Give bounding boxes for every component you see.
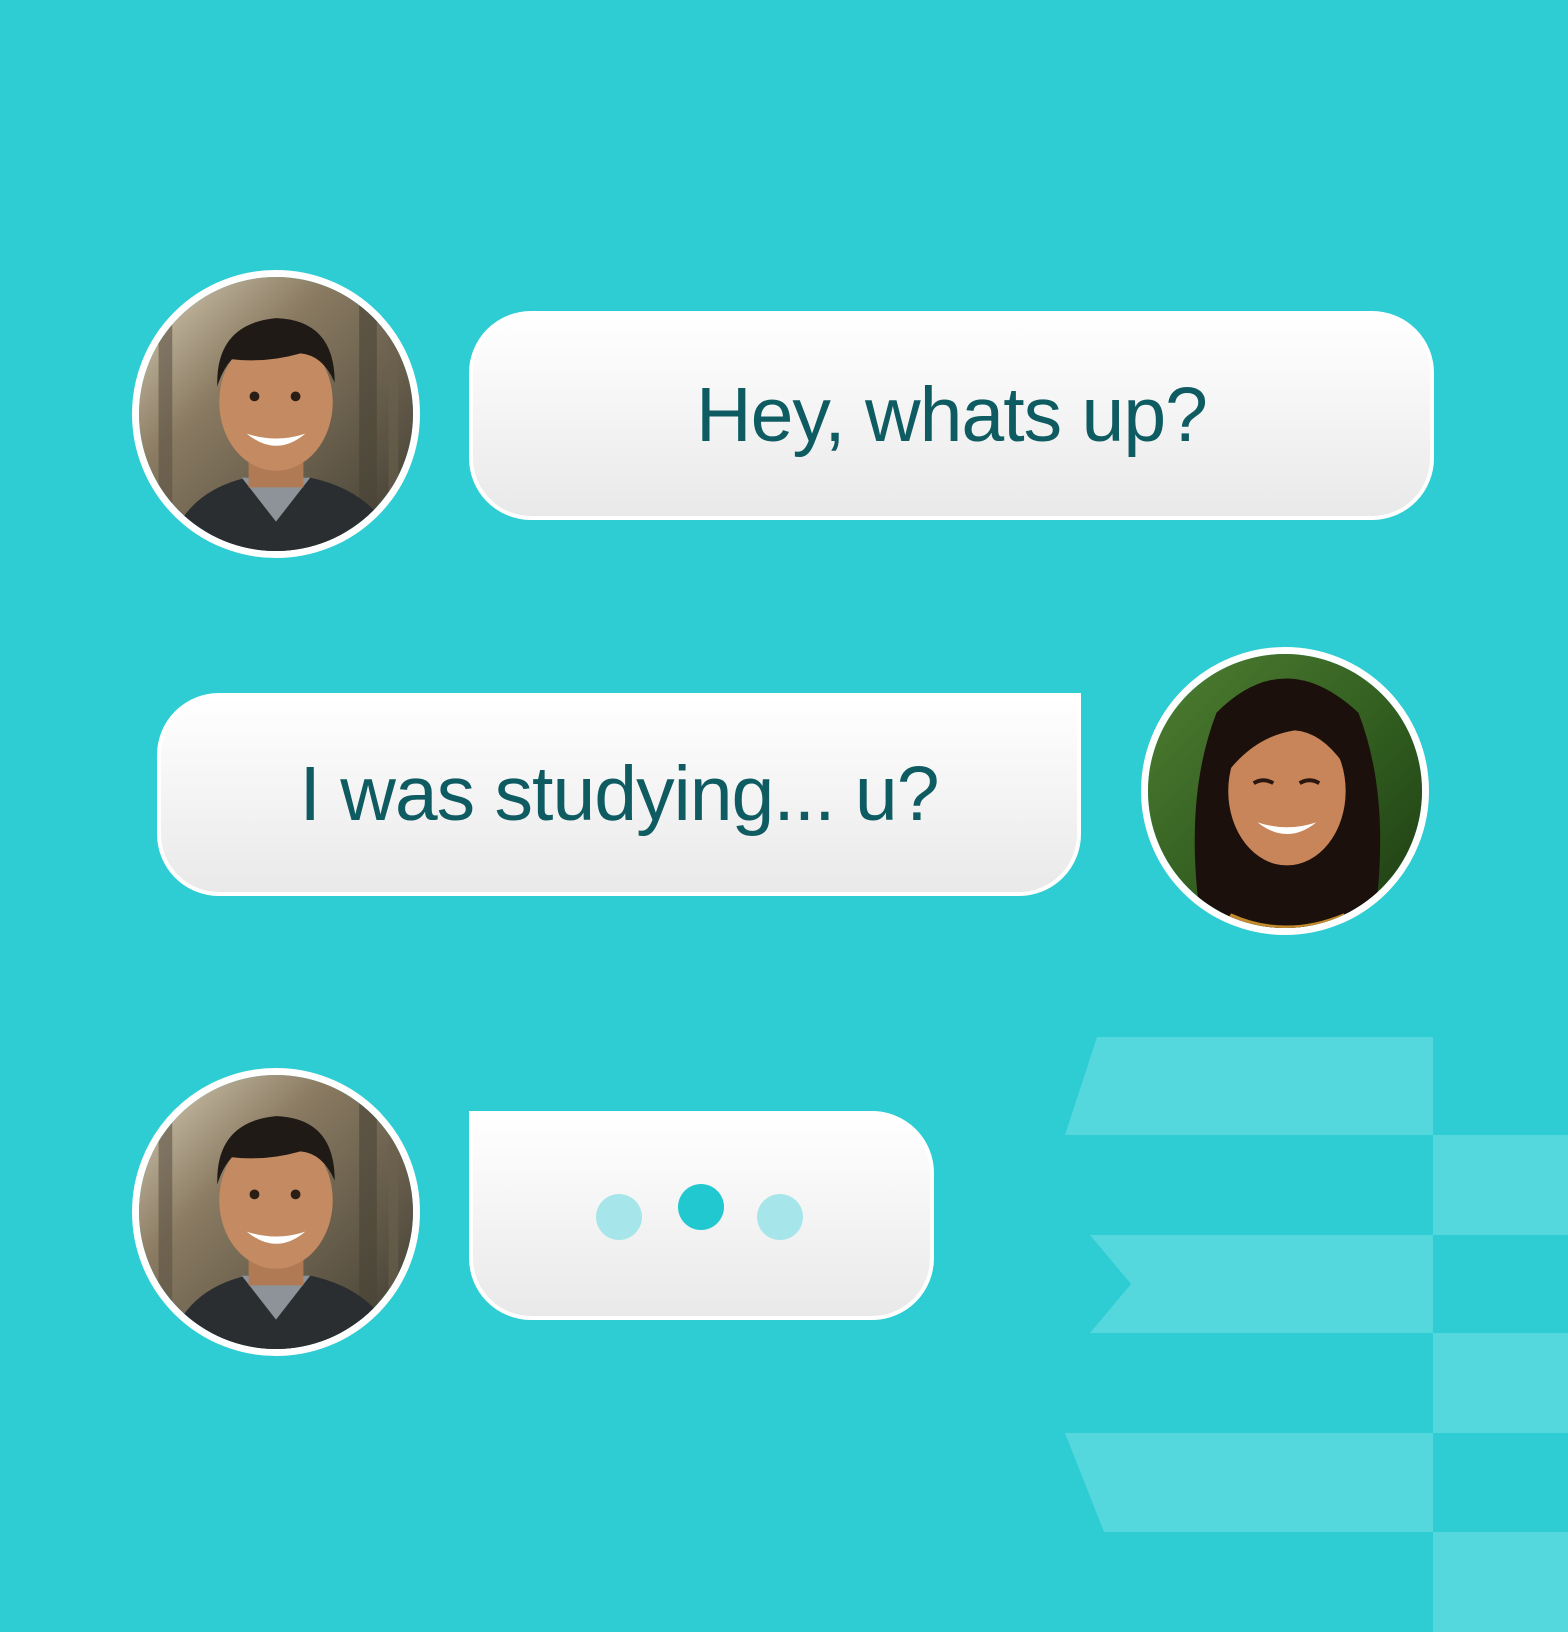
- message-text-1: Hey, whats up?: [695, 372, 1208, 458]
- avatar-man: [132, 270, 420, 558]
- man-smiling-avatar-icon: [139, 277, 413, 551]
- message-text-2: I was studying... u?: [299, 751, 939, 837]
- message-bubble-1[interactable]: Hey, whats up?: [469, 311, 1434, 520]
- woman-smiling-avatar-icon: [1148, 654, 1422, 928]
- chat-canvas: Hey, whats up? I was studying... u?: [0, 0, 1568, 1632]
- typing-indicator-bubble: [469, 1111, 934, 1320]
- typing-dot-2: [678, 1184, 724, 1230]
- man-smiling-avatar-icon: [139, 1075, 413, 1349]
- typing-dot-3: [757, 1194, 803, 1240]
- avatar-woman: [1141, 647, 1429, 935]
- avatar-man: [132, 1068, 420, 1356]
- message-bubble-2[interactable]: I was studying... u?: [157, 693, 1081, 896]
- typing-dot-1: [596, 1194, 642, 1240]
